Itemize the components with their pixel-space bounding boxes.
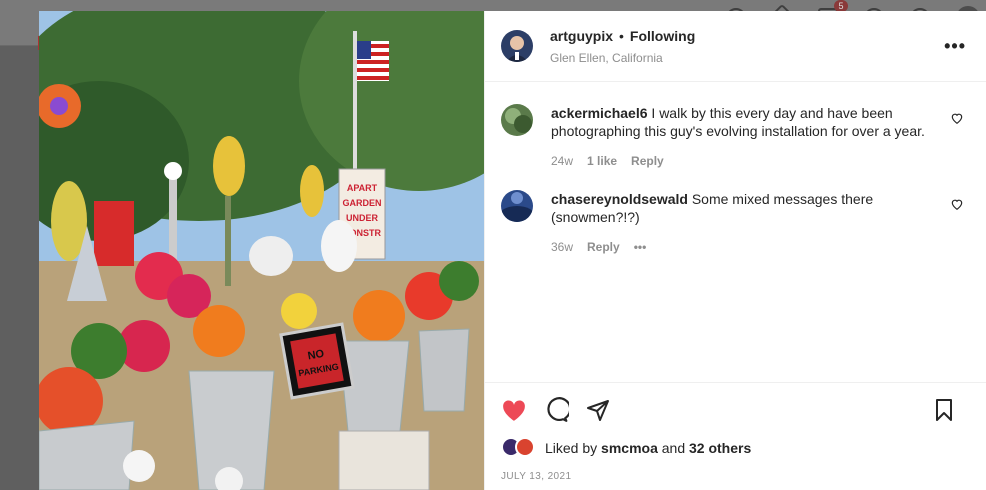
following-button[interactable]: Following: [630, 28, 695, 44]
comment-username[interactable]: ackermichael6: [551, 105, 648, 121]
like-comment-heart-icon[interactable]: [950, 111, 964, 125]
post-photo[interactable]: APART GARDEN UNDER CONSTR NO PARKING: [39, 11, 484, 490]
more-options-icon[interactable]: •••: [944, 36, 966, 57]
post-date[interactable]: JULY 13, 2021: [501, 471, 971, 482]
garden-installation-image: APART GARDEN UNDER CONSTR NO PARKING: [39, 11, 484, 490]
liker-username[interactable]: smcmoa: [601, 440, 658, 456]
others-likes-link[interactable]: 32 others: [689, 440, 751, 456]
comments-list: ackermichael6 I walk by this every day a…: [485, 82, 986, 254]
separator-dot: •: [619, 27, 624, 44]
like-button[interactable]: [501, 398, 527, 422]
post-location[interactable]: Glen Ellen, California: [550, 51, 944, 65]
author-username[interactable]: artguypix: [550, 28, 613, 44]
post-actions: Liked by smcmoa and 32 others JULY 13, 2…: [485, 382, 986, 482]
comment-age[interactable]: 24w: [551, 154, 573, 168]
liker-avatar: [515, 437, 535, 457]
author-avatar[interactable]: [501, 30, 533, 62]
comment-button[interactable]: [543, 397, 569, 423]
commenter-avatar-image: [501, 104, 533, 136]
liked-by-prefix: Liked by: [545, 440, 598, 456]
bookmark-icon: [936, 399, 952, 421]
like-comment-heart-icon[interactable]: [950, 197, 964, 211]
share-paper-plane-icon: [587, 400, 609, 421]
commenter-avatar-image: [501, 190, 533, 222]
svg-text:UNDER: UNDER: [346, 213, 379, 223]
reply-button[interactable]: Reply: [587, 240, 620, 254]
comment-text: ackermichael6 I walk by this every day a…: [551, 104, 940, 140]
svg-text:GARDEN: GARDEN: [342, 198, 381, 208]
comment-age[interactable]: 36w: [551, 240, 573, 254]
svg-text:APART: APART: [347, 183, 378, 193]
american-flag: [357, 41, 389, 81]
share-button[interactable]: [585, 398, 611, 422]
author-avatar-image: [501, 30, 533, 62]
liker-avatars: [501, 437, 539, 459]
likes-summary: Liked by smcmoa and 32 others: [501, 437, 971, 459]
comment-username[interactable]: chasereynoldsewald: [551, 191, 688, 207]
comment-item: ackermichael6 I walk by this every day a…: [501, 82, 970, 168]
save-button[interactable]: [933, 398, 955, 422]
comment-like-count[interactable]: 1 like: [587, 154, 617, 168]
post-modal: APART GARDEN UNDER CONSTR NO PARKING art…: [39, 11, 986, 490]
comment-more-options-icon[interactable]: •••: [634, 240, 647, 254]
commenter-avatar[interactable]: [501, 190, 533, 222]
reply-button[interactable]: Reply: [631, 154, 664, 168]
comment-item: chasereynoldsewald Some mixed messages t…: [501, 168, 970, 254]
comment-bubble-icon: [547, 397, 569, 422]
liked-heart-icon: [503, 400, 525, 421]
no-parking-sign: NO PARKING: [279, 322, 355, 400]
liked-by-joiner: and: [661, 440, 686, 456]
post-side-panel: artguypix • Following Glen Ellen, Californ…: [484, 11, 986, 490]
post-header: artguypix • Following Glen Ellen, Californ…: [485, 11, 986, 82]
commenter-avatar[interactable]: [501, 104, 533, 136]
comment-text: chasereynoldsewald Some mixed messages t…: [551, 190, 940, 226]
